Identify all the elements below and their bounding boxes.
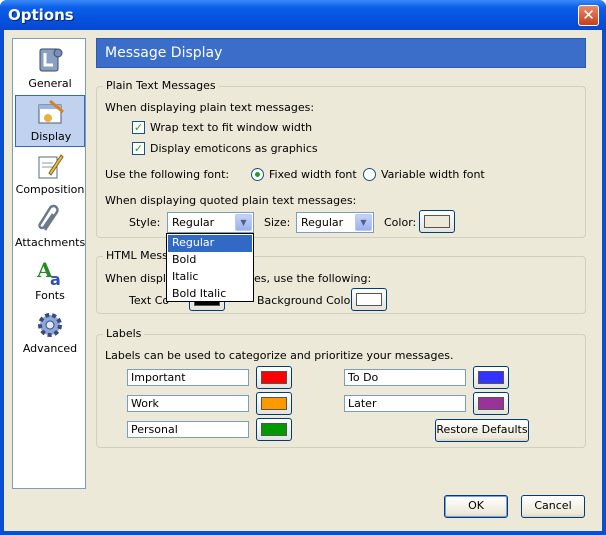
label-color-button[interactable] bbox=[473, 366, 509, 389]
label-color-button[interactable] bbox=[256, 366, 292, 389]
size-select-value: Regular bbox=[301, 216, 344, 229]
fonts-icon: A a bbox=[36, 258, 61, 287]
style-dropdown-list: Regular Bold Italic Bold Italic bbox=[166, 233, 254, 302]
sidebar-item-label: Fonts bbox=[35, 289, 65, 302]
size-select[interactable]: Regular ▼ bbox=[296, 212, 374, 233]
variable-width-label[interactable]: Variable width font bbox=[381, 168, 485, 181]
style-option-italic[interactable]: Italic bbox=[168, 269, 252, 286]
size-label: Size: bbox=[264, 216, 291, 229]
style-option-bold-italic[interactable]: Bold Italic bbox=[168, 286, 252, 303]
label-name-field[interactable]: Important bbox=[127, 369, 249, 386]
composition-icon bbox=[38, 154, 64, 179]
font-prompt-text: Use the following font: bbox=[105, 168, 230, 181]
window-title: Options bbox=[8, 6, 74, 24]
advanced-icon bbox=[38, 313, 62, 337]
sidebar-item-advanced[interactable]: Advanced bbox=[15, 308, 85, 360]
restore-defaults-button[interactable]: Restore Defaults bbox=[435, 419, 529, 442]
label-color-swatch bbox=[261, 423, 287, 436]
style-option-bold[interactable]: Bold bbox=[168, 252, 252, 269]
sidebar-item-general[interactable]: General bbox=[15, 43, 85, 95]
label-color-swatch bbox=[261, 371, 287, 384]
color-label: Color: bbox=[384, 216, 417, 229]
style-select-value: Regular bbox=[172, 216, 215, 229]
label-name-field[interactable]: To Do bbox=[344, 369, 466, 386]
fixed-width-label[interactable]: Fixed width font bbox=[269, 168, 357, 181]
labels-intro-text: Labels can be used to categorize and pri… bbox=[105, 349, 454, 362]
close-icon: ✕ bbox=[582, 6, 595, 24]
label-color-button[interactable] bbox=[256, 418, 292, 441]
label-name-field[interactable]: Personal bbox=[127, 421, 249, 438]
fixed-width-radio[interactable] bbox=[251, 168, 264, 181]
attachments-icon bbox=[38, 204, 59, 231]
emoticons-checkbox[interactable]: ✓ bbox=[132, 142, 145, 155]
title-bar[interactable]: Options ✕ bbox=[0, 0, 606, 30]
plain-intro-text: When displaying plain text messages: bbox=[105, 101, 315, 114]
sidebar-item-composition[interactable]: Composition bbox=[15, 149, 85, 201]
label-name-field[interactable]: Later bbox=[344, 395, 466, 412]
variable-width-radio[interactable] bbox=[363, 168, 376, 181]
sidebar-item-label: Attachments bbox=[15, 236, 86, 249]
style-option-regular[interactable]: Regular bbox=[168, 235, 252, 252]
sidebar-item-label: General bbox=[28, 77, 72, 90]
html-intro-left: When displ bbox=[105, 272, 166, 285]
category-sidebar: General Display Composition Attachments … bbox=[12, 38, 86, 489]
style-select[interactable]: Regular ▼ bbox=[167, 212, 254, 233]
svg-text:a: a bbox=[50, 270, 61, 287]
quoted-color-button[interactable] bbox=[419, 210, 455, 233]
wrap-text-checkbox[interactable]: ✓ bbox=[132, 121, 145, 134]
background-color-label: Background Color: bbox=[257, 294, 359, 307]
label-color-swatch bbox=[478, 371, 504, 384]
html-intro-right: es, use the following: bbox=[254, 272, 372, 285]
label-color-swatch bbox=[478, 397, 504, 410]
cancel-button[interactable]: Cancel bbox=[521, 495, 585, 518]
style-label: Style: bbox=[129, 216, 161, 229]
display-icon bbox=[38, 99, 64, 124]
dialog-body: General Display Composition Attachments … bbox=[4, 30, 602, 531]
panel-title: Message Display bbox=[96, 38, 586, 68]
label-name-field[interactable]: Work bbox=[127, 395, 249, 412]
labels-legend: Labels bbox=[103, 327, 145, 340]
ok-button[interactable]: OK bbox=[444, 495, 508, 518]
text-color-label: Text Co bbox=[129, 294, 170, 307]
label-color-button[interactable] bbox=[473, 392, 509, 415]
general-icon bbox=[39, 48, 63, 72]
plain-text-legend: Plain Text Messages bbox=[103, 79, 219, 92]
options-window: Options ✕ General Display Composition At… bbox=[0, 0, 606, 535]
close-button[interactable]: ✕ bbox=[578, 5, 599, 26]
chevron-down-icon[interactable]: ▼ bbox=[235, 214, 252, 231]
sidebar-item-label: Composition bbox=[15, 183, 85, 196]
quoted-intro-text: When displaying quoted plain text messag… bbox=[105, 194, 357, 207]
sidebar-item-label: Display bbox=[30, 130, 72, 143]
sidebar-item-attachments[interactable]: Attachments bbox=[15, 202, 85, 254]
emoticons-label[interactable]: Display emoticons as graphics bbox=[150, 142, 318, 155]
background-color-swatch bbox=[356, 293, 382, 306]
label-color-swatch bbox=[261, 397, 287, 410]
sidebar-item-label: Advanced bbox=[22, 342, 78, 355]
label-color-button[interactable] bbox=[256, 392, 292, 415]
wrap-text-label[interactable]: Wrap text to fit window width bbox=[150, 121, 312, 134]
quoted-color-swatch bbox=[424, 215, 450, 228]
background-color-button[interactable] bbox=[351, 288, 387, 311]
chevron-down-icon[interactable]: ▼ bbox=[355, 214, 372, 231]
sidebar-item-fonts[interactable]: A a Fonts bbox=[15, 255, 85, 307]
sidebar-item-display[interactable]: Display bbox=[15, 95, 85, 147]
